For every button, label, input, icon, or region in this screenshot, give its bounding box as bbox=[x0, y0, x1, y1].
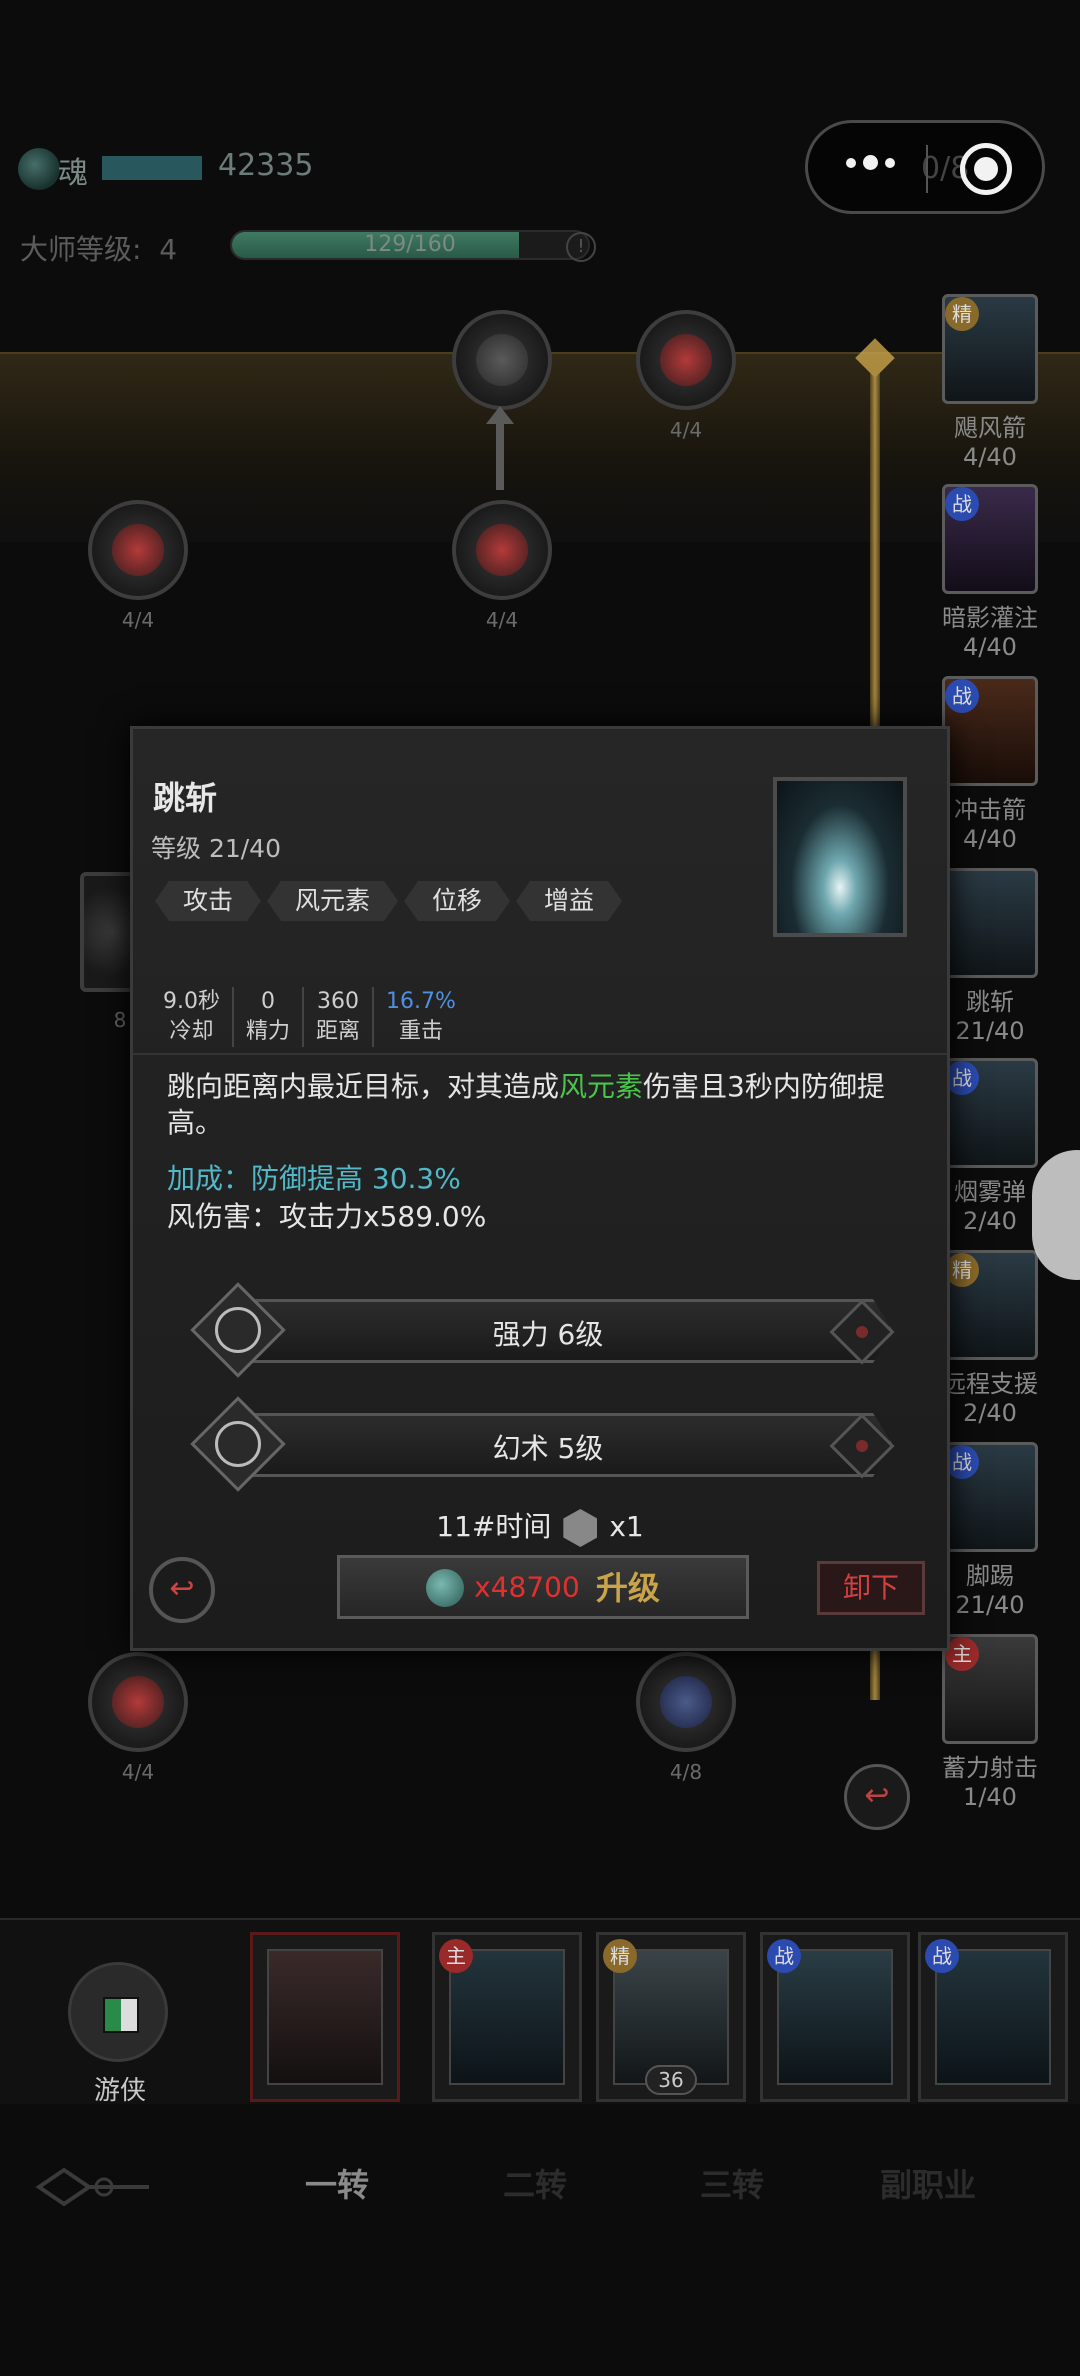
class-name: 游侠 bbox=[93, 2076, 146, 2106]
skill-stats: 9.0秒 冷却 0 精力 360 距离 16.7% 重击 bbox=[163, 987, 468, 1047]
skill-card[interactable]: 精 远程支援 2/40 bbox=[940, 1250, 1040, 1427]
skill-card[interactable]: 主 蓄力射击 1/40 bbox=[940, 1634, 1040, 1811]
skill-card[interactable]: 战 脚踢 21/40 bbox=[940, 1442, 1040, 1619]
soul-bar bbox=[102, 156, 202, 180]
skill-bonus: 加成：防御提高 30.3% bbox=[167, 1162, 461, 1195]
soul-value: 42335 bbox=[218, 148, 314, 183]
skill-tag: 风元素 bbox=[267, 881, 398, 921]
tree-node[interactable] bbox=[636, 310, 736, 410]
skill-card[interactable]: 精 飓风箭 4/40 bbox=[940, 294, 1040, 471]
skill-description: 跳向距离内最近目标，对其造成风元素伤害且3秒内防御提高。 bbox=[167, 1070, 885, 1139]
stat-crit: 16.7% 重击 bbox=[372, 987, 468, 1047]
rune-slot[interactable]: 幻术 5级 bbox=[190, 1396, 903, 1492]
skill-portrait bbox=[773, 777, 907, 937]
upgrade-requirement: 11#时间 x1 bbox=[133, 1505, 947, 1547]
soul-icon bbox=[18, 148, 60, 190]
master-progress-bar: 129/160 bbox=[230, 230, 590, 260]
tree-node[interactable] bbox=[452, 310, 552, 410]
skill-card[interactable]: 战 暗影灌注 4/40 bbox=[940, 484, 1040, 661]
skill-card[interactable]: 战 烟雾弹 2/40 bbox=[940, 1058, 1040, 1235]
class-button[interactable] bbox=[68, 1962, 168, 2062]
skill-title: 跳斩 bbox=[153, 779, 218, 817]
tab-sub-job[interactable]: 副职业 bbox=[880, 2160, 976, 2206]
skill-damage: 风伤害：攻击力x589.0% bbox=[167, 1200, 487, 1233]
skill-tags: 攻击 风元素 位移 增益 bbox=[155, 881, 622, 921]
back-icon[interactable]: ↩ bbox=[844, 1764, 910, 1830]
tree-node-level: 4/4 bbox=[121, 1760, 155, 1784]
soul-icon bbox=[426, 1568, 465, 1607]
tab-second-job[interactable]: 二转 bbox=[503, 2160, 567, 2206]
skill-slot[interactable] bbox=[250, 1932, 400, 2102]
tree-node-level: 4/4 bbox=[121, 608, 155, 632]
rune-label: 强力 6级 bbox=[492, 1318, 604, 1351]
tree-node[interactable] bbox=[452, 500, 552, 600]
class-icon bbox=[103, 1997, 139, 2033]
miniprogram-capsule: 0/8 bbox=[805, 120, 1045, 214]
skill-tag: 位移 bbox=[404, 881, 510, 921]
skill-detail-popup: 跳斩 等级 21/40 攻击 风元素 位移 增益 9.0秒 冷却 0 精力 360 距… bbox=[130, 726, 950, 1651]
stack-count: 36 bbox=[645, 2065, 697, 2095]
rune-label: 幻术 5级 bbox=[492, 1432, 604, 1465]
stat-stamina: 0 精力 bbox=[232, 987, 302, 1047]
more-icon[interactable] bbox=[846, 155, 895, 170]
close-icon[interactable] bbox=[960, 143, 1012, 195]
skill-tag: 攻击 bbox=[155, 881, 261, 921]
rune-slot[interactable]: 强力 6级 bbox=[190, 1282, 903, 1378]
skill-card[interactable]: 跳斩 21/40 bbox=[940, 868, 1040, 1045]
skill-tag: 增益 bbox=[516, 881, 622, 921]
skill-slot[interactable]: 战 bbox=[918, 1932, 1068, 2102]
back-button[interactable]: ↩ bbox=[149, 1557, 215, 1623]
ornament-back-icon[interactable] bbox=[34, 2162, 154, 2212]
soul-label: 魂 bbox=[58, 156, 88, 191]
tree-node-level: 4/4 bbox=[485, 608, 519, 632]
equipped-skill-bar: 游侠 主 精 36 战 战 bbox=[0, 1918, 1080, 2106]
skill-level: 等级 21/40 bbox=[151, 834, 281, 863]
skill-card[interactable]: 战 冲击箭 4/40 bbox=[940, 676, 1040, 853]
stat-range: 360 距离 bbox=[302, 987, 372, 1047]
stat-cooldown: 9.0秒 冷却 bbox=[163, 989, 220, 1044]
tree-node-level: 4/4 bbox=[669, 418, 703, 442]
tree-node[interactable] bbox=[88, 500, 188, 600]
master-level: 大师等级: 4 bbox=[20, 233, 178, 266]
skill-slot[interactable]: 战 bbox=[760, 1932, 910, 2102]
tree-node[interactable] bbox=[88, 1652, 188, 1752]
tree-node[interactable] bbox=[636, 1652, 736, 1752]
upgrade-button[interactable]: x48700 升级 bbox=[337, 1555, 749, 1619]
skill-slot[interactable]: 精 36 bbox=[596, 1932, 746, 2102]
master-progress-text: 129/160 bbox=[364, 232, 456, 257]
arrow-up-icon bbox=[486, 406, 514, 490]
job-tabs: 一转 二转 三转 副职业 bbox=[0, 2140, 1080, 2236]
tab-third-job[interactable]: 三转 bbox=[700, 2160, 764, 2206]
skill-slot[interactable]: 主 bbox=[432, 1932, 582, 2102]
floating-avatar[interactable] bbox=[1032, 1150, 1080, 1280]
unequip-button[interactable]: 卸下 bbox=[817, 1561, 925, 1615]
tab-first-job[interactable]: 一转 bbox=[305, 2160, 369, 2206]
fragment-icon bbox=[563, 1509, 598, 1547]
info-icon[interactable]: ! bbox=[566, 232, 596, 262]
tree-node-level: 4/8 bbox=[669, 1760, 703, 1784]
